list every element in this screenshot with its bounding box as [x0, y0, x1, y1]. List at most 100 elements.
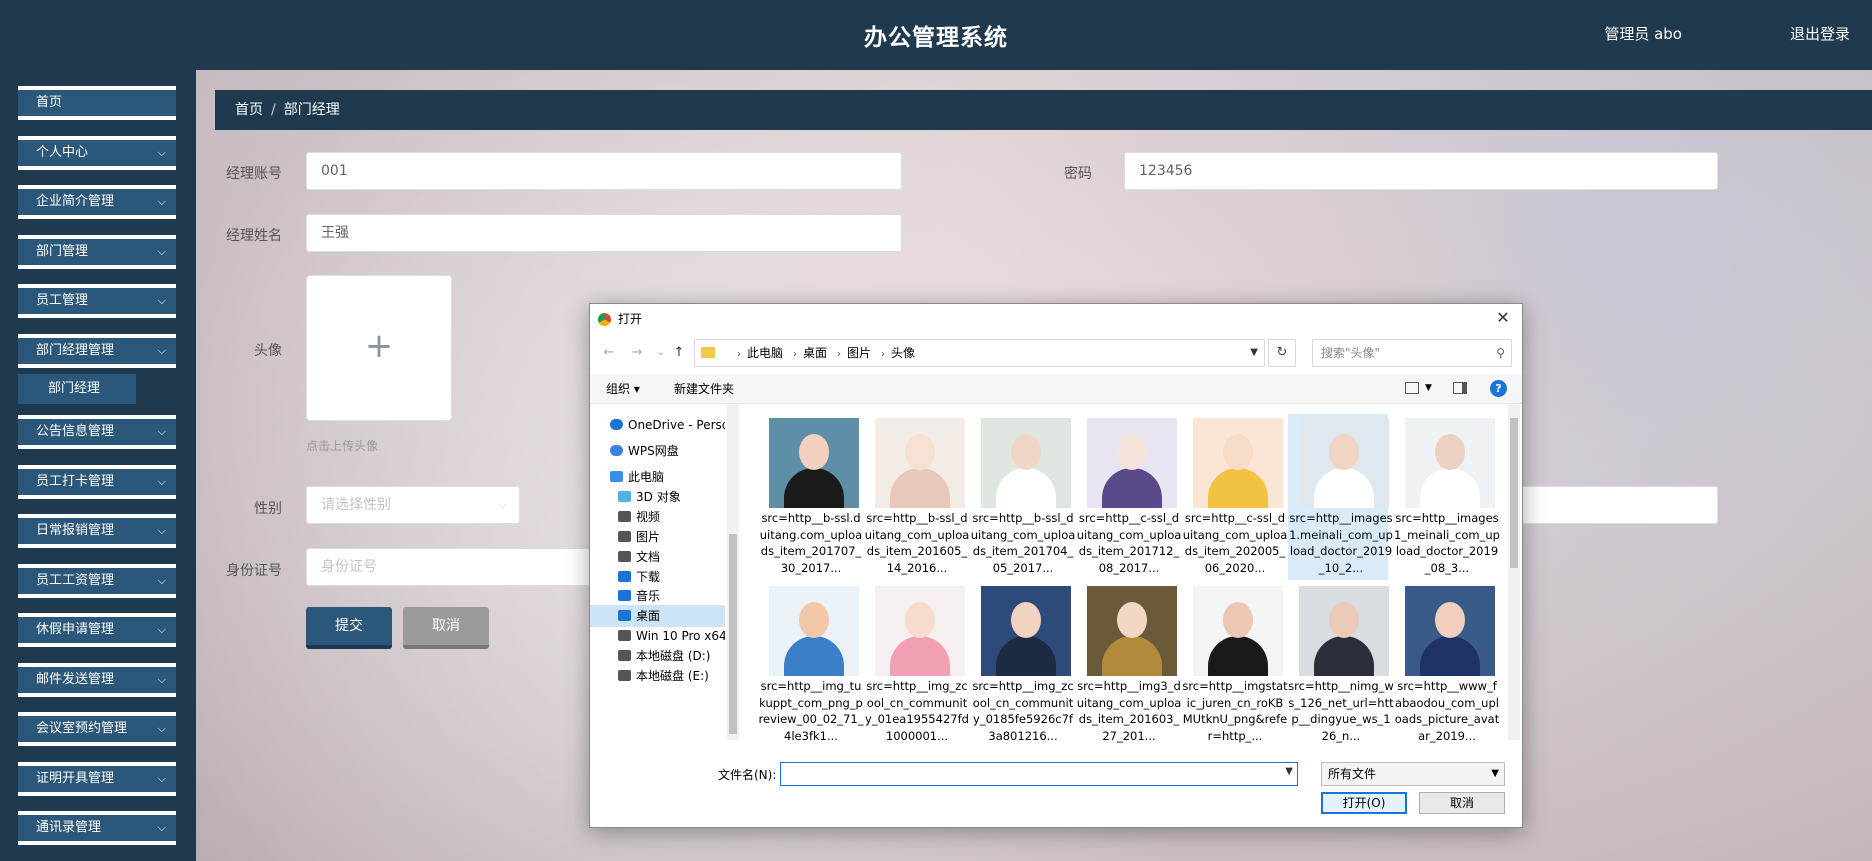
- filename-input[interactable]: ▼: [780, 762, 1298, 786]
- nav-tree-item[interactable]: Win 10 Pro x64: [590, 625, 725, 647]
- avatar-uploader[interactable]: +: [306, 275, 452, 421]
- right-input[interactable]: [1496, 486, 1718, 524]
- top-header: 办公管理系统 管理员 abo 退出登录: [0, 0, 1872, 70]
- grid-scrollbar-thumb[interactable]: [1510, 418, 1518, 568]
- nav-tree-item[interactable]: 本地磁盘 (E:): [590, 665, 725, 687]
- file-tile[interactable]: src=http__images1.meinali_com_upload_doc…: [1288, 414, 1393, 580]
- chevron-down-icon[interactable]: ▼: [1285, 766, 1293, 777]
- sidebar-item[interactable]: 部门管理 ⌵: [18, 234, 176, 269]
- file-tile[interactable]: src=http__img_tukuppt_com_png_preview_00…: [758, 582, 863, 744]
- file-tile[interactable]: src=http__img_zcool_cn_community_0185fe5…: [970, 582, 1074, 744]
- nav-tree-item[interactable]: 文档: [590, 546, 725, 568]
- file-name: src=http__img_zcool_cn_community_0185fe5…: [972, 679, 1074, 743]
- organize-menu[interactable]: 组织 ▾: [606, 380, 640, 397]
- nav-tree-item[interactable]: 本地磁盘 (D:): [590, 645, 725, 667]
- sidebar-item[interactable]: 员工管理 ⌵: [18, 284, 176, 318]
- thumbnail-figure-face: [1435, 434, 1465, 470]
- drive-icon: [618, 670, 631, 681]
- nav-tree-item[interactable]: 3D 对象: [590, 486, 725, 508]
- refresh-icon[interactable]: ↻: [1268, 339, 1296, 367]
- dialog-cancel-button[interactable]: 取消: [1419, 792, 1505, 814]
- file-tile[interactable]: src=http__img3_duitang_com_uploads_item_…: [1076, 582, 1181, 744]
- chevron-down-icon: ⌵: [157, 573, 166, 587]
- file-tile[interactable]: src=http__c-ssl_duitang_com_uploads_item…: [1076, 414, 1181, 580]
- chevron-down-icon[interactable]: ▼: [1250, 340, 1258, 366]
- nav-tree-item[interactable]: OneDrive - Perso: [590, 414, 725, 436]
- file-name: src=http__img_tukuppt_com_png_preview_00…: [758, 679, 864, 743]
- chevron-down-icon: ⌵: [157, 294, 166, 307]
- nav-scrollbar[interactable]: [727, 404, 739, 740]
- logout-link[interactable]: 退出登录: [1790, 23, 1850, 44]
- path-segment[interactable]: 此电脑: [747, 346, 783, 360]
- document-icon: [618, 551, 631, 562]
- submit-button[interactable]: 提交: [306, 607, 392, 649]
- nav-tree-label: 下载: [636, 570, 661, 584]
- thumbnail-figure-body: [1208, 636, 1268, 676]
- help-icon[interactable]: ?: [1490, 380, 1507, 397]
- nav-tree-item[interactable]: 视频: [590, 506, 725, 528]
- nav-tree-label: 此电脑: [628, 470, 665, 484]
- filetype-select[interactable]: 所有文件 ▼: [1321, 762, 1505, 786]
- view-dropdown-icon[interactable]: ▼: [1425, 383, 1432, 393]
- path-segment[interactable]: 图片: [847, 346, 871, 360]
- nav-tree-item[interactable]: 图片: [590, 526, 725, 548]
- thumbnail-figure-face: [905, 434, 935, 470]
- file-tile[interactable]: src=http__www_fabaodou_com_uploads_pictu…: [1394, 582, 1499, 744]
- open-button[interactable]: 打开(O): [1321, 792, 1407, 814]
- search-placeholder: 搜索"头像": [1321, 346, 1381, 360]
- nav-tree-item[interactable]: 此电脑: [590, 466, 725, 488]
- nav-scrollbar-thumb[interactable]: [729, 534, 737, 734]
- sidebar-item[interactable]: 公告信息管理 ⌵: [18, 415, 176, 449]
- forward-icon[interactable]: →: [628, 344, 646, 362]
- avatar-thumbnail: [769, 586, 859, 676]
- nav-tree-label: 本地磁盘 (D:): [636, 649, 711, 663]
- file-tile[interactable]: src=http__images1_meinali_com_upload_doc…: [1394, 414, 1500, 580]
- back-icon[interactable]: ←: [600, 344, 618, 362]
- sidebar-item[interactable]: 首页: [18, 86, 176, 120]
- name-input[interactable]: 王强: [306, 214, 902, 252]
- file-tile[interactable]: src=http__b-ssl_duitang_com_uploads_item…: [970, 414, 1075, 580]
- view-options-icon[interactable]: [1405, 382, 1419, 394]
- grid-scrollbar[interactable]: [1508, 404, 1520, 740]
- sidebar-item[interactable]: 部门经理管理 ⌵: [18, 333, 176, 368]
- account-input[interactable]: 001: [306, 152, 902, 190]
- sidebar-item[interactable]: 通讯录管理 ⌵: [18, 811, 176, 845]
- path-segment[interactable]: 头像: [891, 346, 915, 360]
- file-tile[interactable]: src=http__b-ssl.duitang.com_uploads_item…: [758, 414, 862, 580]
- cancel-button[interactable]: 取消: [403, 607, 489, 649]
- sidebar-item[interactable]: 证明开具管理 ⌵: [18, 761, 176, 796]
- breadcrumb-separator: /: [271, 102, 276, 118]
- breadcrumb-home[interactable]: 首页: [235, 102, 263, 118]
- sidebar-item-label: 部门经理管理: [36, 342, 115, 358]
- dialog-title: 打开: [618, 312, 643, 326]
- sidebar-subitem[interactable]: 部门经理: [18, 374, 136, 404]
- up-folder-icon[interactable]: ↑: [670, 344, 688, 362]
- close-icon[interactable]: ✕: [1492, 307, 1514, 329]
- sidebar-item[interactable]: 休假申请管理 ⌵: [18, 613, 176, 647]
- file-tile[interactable]: src=http__c-ssl_duitang_com_uploads_item…: [1182, 414, 1287, 580]
- password-input[interactable]: 123456: [1124, 152, 1718, 190]
- file-tile[interactable]: src=http__imgstatic_juren_cn_roKBMUtknU_…: [1182, 582, 1288, 744]
- gender-select[interactable]: 请选择性别 ⌵: [306, 486, 520, 524]
- new-folder-button[interactable]: 新建文件夹: [674, 380, 734, 397]
- path-segment[interactable]: 桌面: [803, 346, 827, 360]
- preview-pane-icon[interactable]: [1453, 382, 1467, 394]
- file-tile[interactable]: src=http__nimg_ws_126_net_url=http__ding…: [1288, 582, 1394, 744]
- nav-tree-item[interactable]: WPS网盘: [590, 440, 725, 462]
- account-label: 经理账号: [226, 166, 282, 182]
- sidebar-item[interactable]: 邮件发送管理 ⌵: [18, 662, 176, 697]
- sidebar-item[interactable]: 员工工资管理 ⌵: [18, 563, 176, 598]
- sidebar-item[interactable]: 个人中心 ⌵: [18, 135, 176, 170]
- nav-tree-item[interactable]: 桌面: [590, 605, 725, 627]
- nav-tree-item[interactable]: 音乐: [590, 585, 725, 607]
- sidebar-item[interactable]: 会议室预约管理 ⌵: [18, 712, 176, 746]
- address-bar[interactable]: › 此电脑 › 桌面 › 图片 › 头像 ▼: [694, 339, 1265, 367]
- search-input[interactable]: 搜索"头像" ⚲: [1312, 339, 1512, 367]
- sidebar-item[interactable]: 员工打卡管理 ⌵: [18, 464, 176, 499]
- sidebar-item[interactable]: 企业简介管理 ⌵: [18, 185, 176, 219]
- chevron-down-icon: ⌵: [498, 498, 507, 511]
- file-tile[interactable]: src=http__b-ssl_duitang_com_uploads_item…: [864, 414, 969, 580]
- sidebar-item[interactable]: 日常报销管理 ⌵: [18, 514, 176, 548]
- recent-dropdown-icon[interactable]: ⌄: [652, 344, 670, 362]
- file-tile[interactable]: src=http__img_zcool_cn_community_01ea195…: [864, 582, 969, 744]
